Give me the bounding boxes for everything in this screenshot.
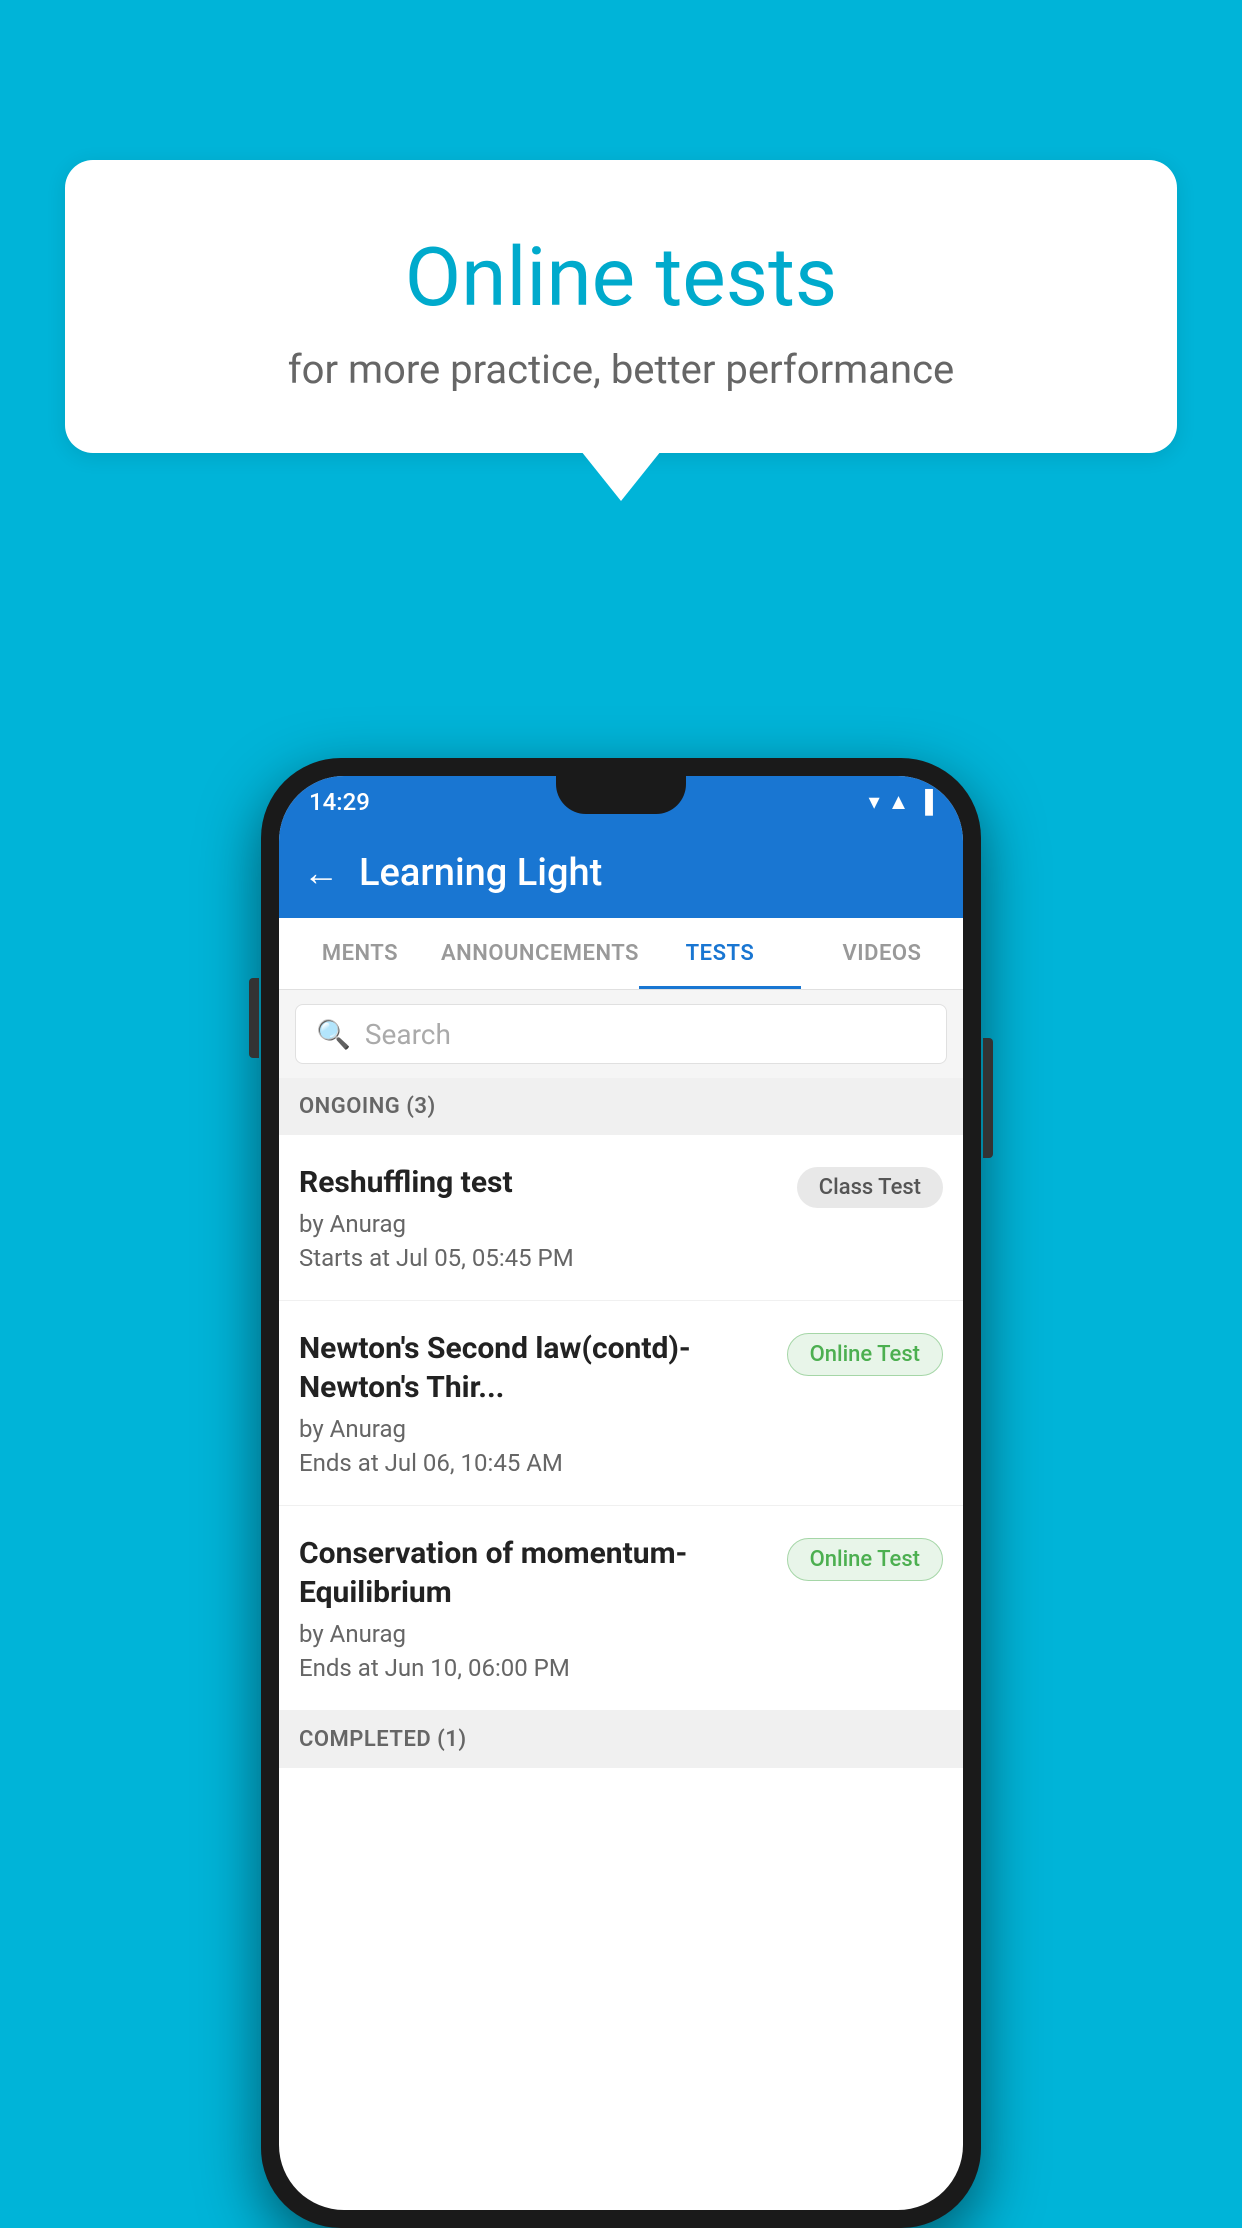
tab-ments[interactable]: MENTS — [279, 918, 441, 989]
test-title-3: Conservation of momentum-Equilibrium — [299, 1534, 771, 1612]
test-item-3[interactable]: Conservation of momentum-Equilibrium by … — [279, 1506, 963, 1711]
test-info-3: Conservation of momentum-Equilibrium by … — [299, 1534, 771, 1682]
speech-bubble-title: Online tests — [125, 230, 1117, 326]
test-badge-1: Class Test — [797, 1167, 943, 1208]
status-icons: ▾ ▲ ▐ — [869, 789, 933, 815]
back-button[interactable]: ← — [303, 852, 339, 894]
test-author-2: by Anurag — [299, 1415, 771, 1443]
test-info-2: Newton's Second law(contd)-Newton's Thir… — [299, 1329, 771, 1477]
phone-frame: 14:29 ▾ ▲ ▐ ← Learning Light MENTS ANNOU… — [261, 758, 981, 2228]
test-item-2[interactable]: Newton's Second law(contd)-Newton's Thir… — [279, 1301, 963, 1506]
tab-tests[interactable]: TESTS — [639, 918, 801, 989]
notch — [556, 776, 686, 814]
status-time: 14:29 — [309, 788, 370, 816]
tab-announcements[interactable]: ANNOUNCEMENTS — [441, 918, 639, 989]
phone-screen: 14:29 ▾ ▲ ▐ ← Learning Light MENTS ANNOU… — [279, 776, 963, 2210]
test-title-2: Newton's Second law(contd)-Newton's Thir… — [299, 1329, 771, 1407]
ongoing-section-header: ONGOING (3) — [279, 1078, 963, 1135]
test-date-3: Ends at Jun 10, 06:00 PM — [299, 1654, 771, 1682]
test-date-2: Ends at Jul 06, 10:45 AM — [299, 1449, 771, 1477]
test-author-3: by Anurag — [299, 1620, 771, 1648]
test-date-1: Starts at Jul 05, 05:45 PM — [299, 1244, 781, 1272]
status-bar: 14:29 ▾ ▲ ▐ — [279, 776, 963, 828]
app-title: Learning Light — [359, 851, 602, 895]
speech-bubble-container: Online tests for more practice, better p… — [65, 160, 1177, 501]
search-container: 🔍 Search — [279, 990, 963, 1078]
completed-section-header: COMPLETED (1) — [279, 1711, 963, 1768]
battery-icon: ▐ — [917, 789, 933, 815]
speech-bubble: Online tests for more practice, better p… — [65, 160, 1177, 453]
tab-videos[interactable]: VIDEOS — [801, 918, 963, 989]
test-info-1: Reshuffling test by Anurag Starts at Jul… — [299, 1163, 781, 1272]
signal-icon: ▲ — [888, 789, 910, 815]
app-bar: ← Learning Light — [279, 828, 963, 918]
speech-bubble-subtitle: for more practice, better performance — [125, 346, 1117, 393]
test-title-1: Reshuffling test — [299, 1163, 781, 1202]
test-badge-3: Online Test — [787, 1538, 943, 1581]
test-badge-2: Online Test — [787, 1333, 943, 1376]
volume-button — [249, 978, 259, 1058]
test-list: Reshuffling test by Anurag Starts at Jul… — [279, 1135, 963, 1711]
search-placeholder: Search — [365, 1018, 451, 1051]
wifi-icon: ▾ — [869, 790, 880, 815]
search-icon: 🔍 — [316, 1018, 351, 1051]
speech-bubble-arrow — [581, 451, 661, 501]
test-author-1: by Anurag — [299, 1210, 781, 1238]
test-item-1[interactable]: Reshuffling test by Anurag Starts at Jul… — [279, 1135, 963, 1301]
tab-bar: MENTS ANNOUNCEMENTS TESTS VIDEOS — [279, 918, 963, 990]
search-bar[interactable]: 🔍 Search — [295, 1004, 947, 1064]
power-button — [983, 1038, 993, 1158]
